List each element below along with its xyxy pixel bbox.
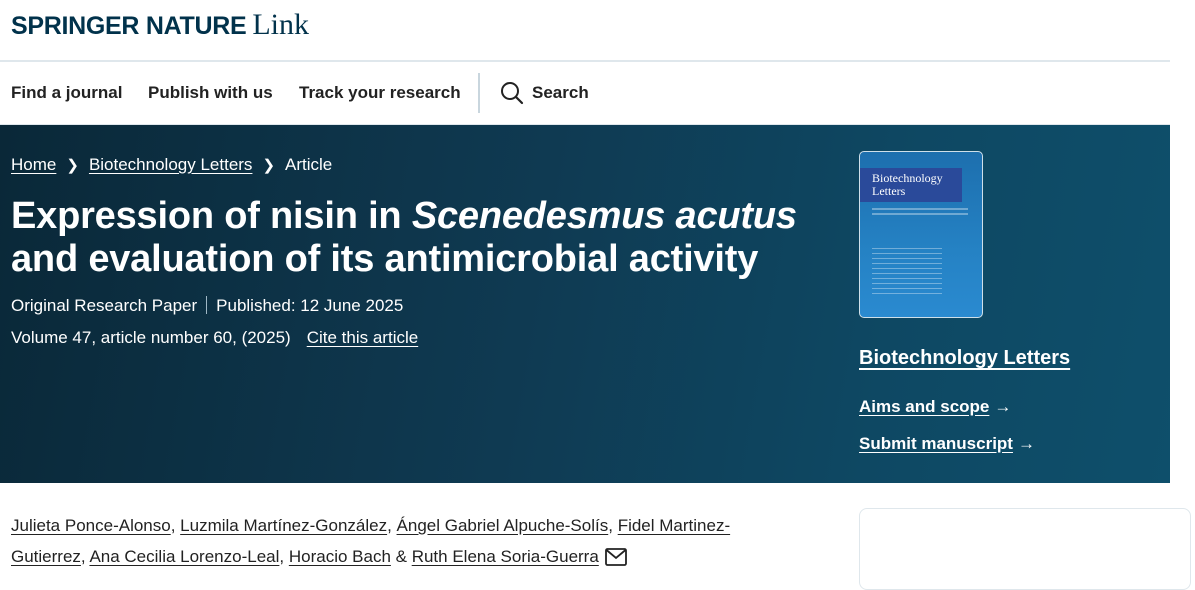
cover-editorial-lines xyxy=(872,248,942,298)
cite-this-article-link[interactable]: Cite this article xyxy=(307,328,418,347)
breadcrumb-journal[interactable]: Biotechnology Letters xyxy=(89,155,253,175)
author-link[interactable]: Luzmila Martínez-González xyxy=(180,516,387,535)
article-meta: Original Research Paper Published: 12 Jun… xyxy=(11,296,403,316)
springer-nature-link-logo[interactable]: SPRINGER NATURE Link xyxy=(11,8,309,42)
journal-cover-image[interactable]: Biotechnology Letters xyxy=(859,151,983,318)
author-link[interactable]: Horacio Bach xyxy=(289,547,391,566)
article-citation-line: Volume 47, article number 60, (2025) Cite… xyxy=(11,328,418,348)
chevron-right-icon: ❯ xyxy=(66,157,79,174)
title-species: Scenedesmus acutus xyxy=(411,195,797,237)
title-part-2: and evaluation of its antimicrobial acti… xyxy=(11,238,759,280)
submit-manuscript-label: Submit manuscript xyxy=(859,434,1013,453)
nav-find-a-journal[interactable]: Find a journal xyxy=(11,83,122,103)
breadcrumb-home[interactable]: Home xyxy=(11,155,56,175)
search-icon xyxy=(501,82,524,105)
meta-divider xyxy=(206,296,208,314)
nav-divider xyxy=(478,73,480,113)
arrow-right-icon: → xyxy=(994,397,1012,416)
volume-info: Volume 47, article number 60, (2025) xyxy=(11,328,291,347)
breadcrumb: Home ❯ Biotechnology Letters ❯ Article xyxy=(11,155,332,175)
sidebar-panel xyxy=(859,508,1191,590)
cover-title-block: Biotechnology Letters xyxy=(860,168,962,202)
published-date: Published: 12 June 2025 xyxy=(216,296,404,315)
article-type: Original Research Paper xyxy=(11,296,198,315)
author-separator: , xyxy=(279,547,289,566)
nav-publish-with-us[interactable]: Publish with us xyxy=(148,83,273,103)
arrow-right-icon: → xyxy=(1017,434,1035,453)
article-hero: Home ❯ Biotechnology Letters ❯ Article E… xyxy=(0,125,1170,483)
author-link[interactable]: Julieta Ponce-Alonso xyxy=(11,516,171,535)
aims-and-scope-label: Aims and scope xyxy=(859,397,990,416)
author-link[interactable]: Ruth Elena Soria-Guerra xyxy=(412,547,599,566)
author-list: Julieta Ponce-Alonso, Luzmila Martínez-G… xyxy=(11,510,771,576)
cover-text-lines xyxy=(872,208,968,218)
author-separator: & xyxy=(390,547,412,566)
chevron-right-icon: ❯ xyxy=(262,157,276,174)
logo-product-text: Link xyxy=(252,8,310,41)
author-separator: , xyxy=(608,516,618,535)
breadcrumb-current: Article xyxy=(285,155,333,174)
main-navigation: Find a journal Publish with us Track you… xyxy=(0,62,1170,125)
nav-track-your-research[interactable]: Track your research xyxy=(299,83,461,103)
author-link[interactable]: Ana Cecilia Lorenzo-Leal xyxy=(89,547,279,566)
journal-name-link[interactable]: Biotechnology Letters xyxy=(859,347,1070,370)
search-button[interactable]: Search xyxy=(500,81,589,105)
author-separator: , xyxy=(170,516,181,535)
article-title: Expression of nisin in Scenedesmus acutu… xyxy=(11,195,811,281)
site-header: SPRINGER NATURE Link xyxy=(0,0,1170,62)
author-separator: , xyxy=(387,516,397,535)
aims-and-scope-link[interactable]: Aims and scope → xyxy=(859,397,1011,417)
author-link[interactable]: Ángel Gabriel Alpuche-Solís xyxy=(397,516,609,535)
logo-brand-text: SPRINGER NATURE xyxy=(11,12,247,40)
search-label: Search xyxy=(532,83,589,102)
cover-title: Biotechnology Letters xyxy=(872,171,943,198)
submit-manuscript-link[interactable]: Submit manuscript → xyxy=(859,434,1035,454)
envelope-icon[interactable] xyxy=(604,545,627,576)
title-part-1: Expression of nisin in xyxy=(11,195,412,237)
